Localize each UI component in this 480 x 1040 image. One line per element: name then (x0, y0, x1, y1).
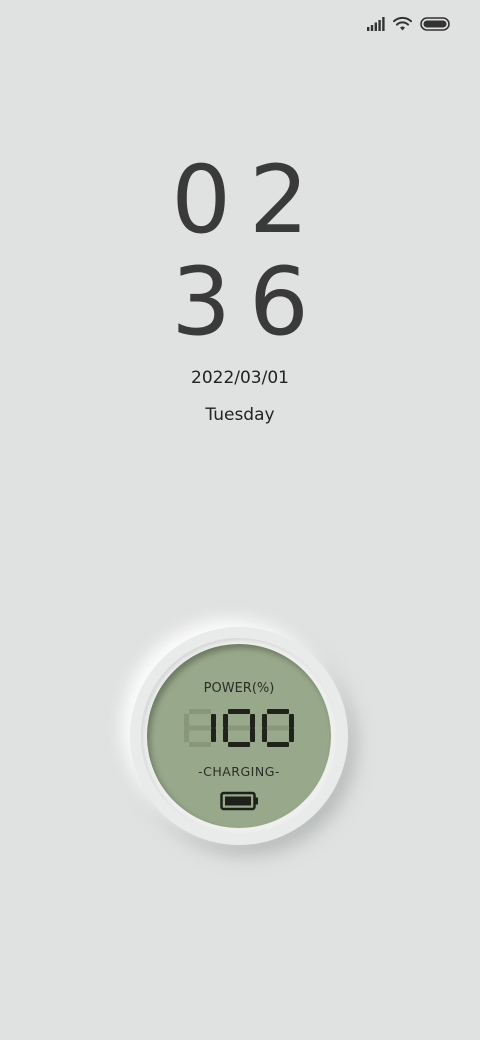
digit-1-segment-g (228, 725, 250, 731)
digit-2-segment-c (289, 728, 294, 742)
clock: 02 36 (0, 150, 480, 354)
weekday-text: Tuesday (205, 405, 275, 425)
digit-0-segment-d (189, 742, 211, 747)
digit-0-segment-b (211, 714, 216, 728)
digit-0-segment-c (211, 728, 216, 742)
battery-status-icon (420, 16, 450, 31)
charging-label: -CHARGING- (198, 764, 280, 779)
digit-2-segment-e (262, 728, 267, 742)
digit-2-segment-f (262, 714, 267, 728)
digit-0-segment-e (184, 728, 189, 742)
digit-1-segment-b (250, 714, 255, 728)
digit-2-segment-g (267, 725, 289, 731)
digit-2-segment-d (267, 742, 289, 747)
digit-1-segment-e (223, 728, 228, 742)
power-label: POWER(%) (203, 681, 275, 696)
digit-1-segment-f (223, 714, 228, 728)
power-widget-ring: POWER(%) -CHARGING- (141, 638, 337, 834)
status-bar (367, 16, 450, 31)
battery-icon (220, 791, 258, 811)
date-text: 2022/03/01 (191, 368, 289, 388)
digit-2-segment-b (289, 714, 294, 728)
digit-1-segment-c (250, 728, 255, 742)
digit-0-segment-a (189, 709, 211, 714)
clock-hours: 02 (171, 146, 327, 255)
digit-1-segment-d (228, 742, 250, 747)
digit-0-segment-f (184, 714, 189, 728)
clock-minutes: 36 (171, 248, 327, 357)
power-widget[interactable]: POWER(%) -CHARGING- (130, 627, 348, 845)
power-value-digits (184, 709, 294, 747)
lcd-screen: POWER(%) -CHARGING- (147, 644, 331, 828)
signal-icon (367, 16, 385, 31)
digit-2-segment-a (267, 709, 289, 714)
wifi-icon (393, 16, 412, 31)
digit-1-segment-a (228, 709, 250, 714)
digit-0-segment-g (189, 725, 211, 731)
